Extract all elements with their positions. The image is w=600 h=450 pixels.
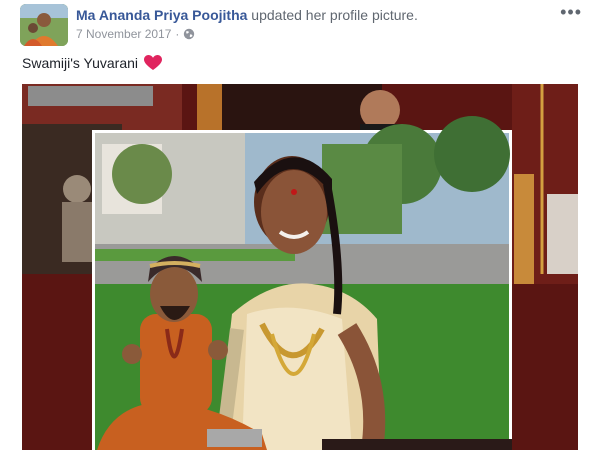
post-action-text: updated her profile picture. (251, 7, 418, 23)
author-name-link[interactable]: Ma Ananda Priya Poojitha (76, 7, 247, 23)
post-caption: Swamiji's Yuvarani (22, 55, 163, 71)
red-heart-icon (144, 55, 163, 70)
more-options-icon[interactable]: ••• (560, 2, 582, 23)
caption-text: Swamiji's Yuvarani (22, 55, 139, 71)
post-photo[interactable] (22, 84, 578, 450)
post-meta: 7 November 2017 · (76, 27, 195, 41)
post-date-link[interactable]: 7 November 2017 (76, 27, 171, 41)
facebook-post: Ma Ananda Priya Poojitha updated her pro… (0, 0, 600, 450)
globe-icon[interactable] (183, 28, 195, 40)
meta-separator: · (175, 27, 180, 41)
profile-photo-image (22, 84, 578, 450)
author-avatar[interactable] (20, 4, 68, 46)
post-header-line: Ma Ananda Priya Poojitha updated her pro… (76, 7, 418, 23)
avatar-image (20, 4, 68, 46)
